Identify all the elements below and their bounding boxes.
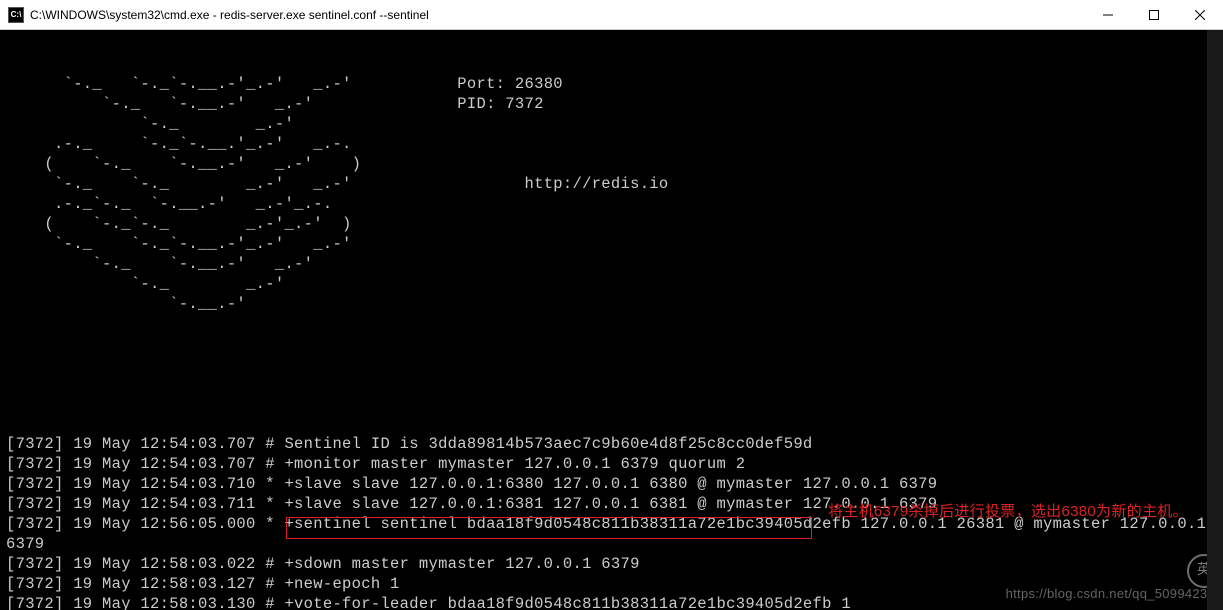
annotation-text: 将主机6379杀掉后进行投票，选出6380为新的主机。 [828,502,1198,522]
window-title: C:\WINDOWS\system32\cmd.exe - redis-serv… [30,0,1085,30]
cmd-icon: C:\ [8,7,24,23]
watermark-text: https://blog.csdn.net/qq_50994235 [1006,584,1215,604]
maximize-button[interactable] [1131,0,1177,30]
log-line: [7372] 19 May 12:54:03.707 # Sentinel ID… [6,434,1217,454]
minimize-button[interactable] [1085,0,1131,30]
vertical-scrollbar[interactable] [1207,30,1223,610]
close-button[interactable] [1177,0,1223,30]
maximize-icon [1149,10,1159,20]
log-line: [7372] 19 May 12:54:03.707 # +monitor ma… [6,454,1217,474]
redis-ascii-logo: `-._ `-._`-.__.-'_.-' _.-' `-._ `-.__.-'… [6,74,361,314]
close-icon [1195,10,1205,20]
log-line: [7372] 19 May 12:54:03.710 * +slave slav… [6,474,1217,494]
redis-info-block: Port: 26380 PID: 7372 http://redis.io [361,74,668,314]
minimize-icon [1103,10,1113,20]
terminal-output[interactable]: `-._ `-._`-.__.-'_.-' _.-' `-._ `-.__.-'… [0,30,1223,610]
window-controls [1085,0,1223,30]
ascii-header-row: `-._ `-._`-.__.-'_.-' _.-' `-._ `-.__.-'… [6,74,1217,314]
spacer [6,354,1217,394]
window-titlebar: C:\ C:\WINDOWS\system32\cmd.exe - redis-… [0,0,1223,30]
log-line: [7372] 19 May 12:58:03.022 # +sdown mast… [6,554,1217,574]
